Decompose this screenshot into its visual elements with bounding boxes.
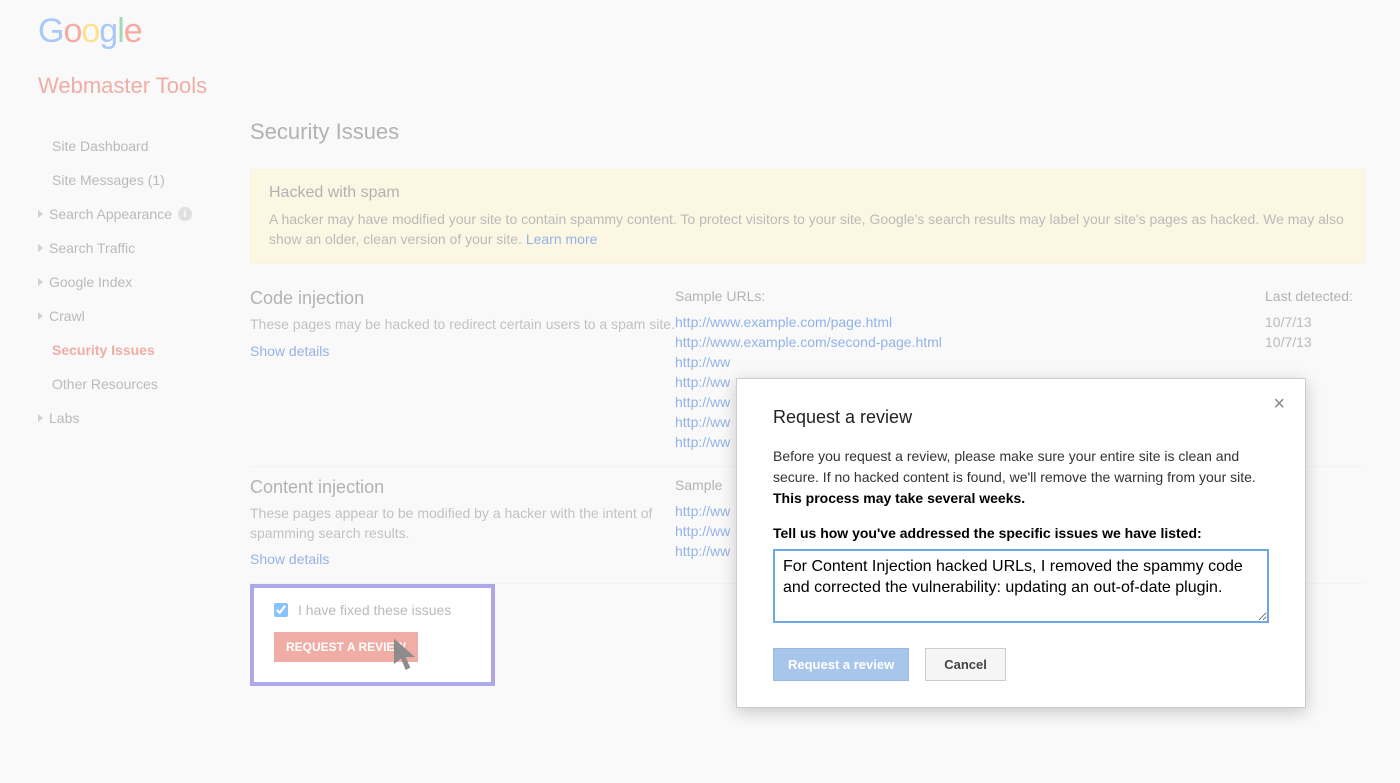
caret-icon xyxy=(38,278,43,286)
cursor-icon xyxy=(394,638,422,674)
caret-icon xyxy=(38,414,43,422)
sidebar-item-dashboard[interactable]: Site Dashboard xyxy=(52,129,225,163)
sidebar-item-labs[interactable]: Labs xyxy=(38,401,225,435)
fix-confirmation-box: I have fixed these issues REQUEST A REVI… xyxy=(250,584,495,686)
sidebar-label: Search Traffic xyxy=(49,240,135,256)
modal-submit-button[interactable]: Request a review xyxy=(773,648,909,681)
checkbox-label: I have fixed these issues xyxy=(298,602,451,618)
sidebar-label: Crawl xyxy=(49,308,85,324)
modal-cancel-button[interactable]: Cancel xyxy=(925,648,1006,681)
sidebar-label: Google Index xyxy=(49,274,132,290)
sample-url[interactable]: http://www.example.com/page.html xyxy=(675,312,1265,332)
sidebar-label: Site Dashboard xyxy=(52,138,149,154)
product-title: Webmaster Tools xyxy=(0,53,1400,109)
sidebar-label: Security Issues xyxy=(52,342,155,358)
review-textarea[interactable] xyxy=(773,549,1269,623)
learn-more-link[interactable]: Learn more xyxy=(526,231,598,247)
sidebar-item-other-resources[interactable]: Other Resources xyxy=(52,367,225,401)
google-logo: Google xyxy=(38,12,1362,51)
sidebar-label: Site Messages (1) xyxy=(52,172,165,188)
sidebar-item-security-issues[interactable]: Security Issues xyxy=(52,333,225,367)
sample-url[interactable]: http://ww xyxy=(675,352,1265,372)
sidebar-label: Other Resources xyxy=(52,376,158,392)
alert-text: A hacker may have modified your site to … xyxy=(269,210,1346,249)
sidebar-item-crawl[interactable]: Crawl xyxy=(38,299,225,333)
request-review-modal: × Request a review Before you request a … xyxy=(736,378,1306,708)
section-title: Content injection xyxy=(250,477,675,498)
modal-description: Before you request a review, please make… xyxy=(773,446,1269,509)
page-title: Security Issues xyxy=(250,119,1365,145)
caret-icon xyxy=(38,244,43,252)
caret-icon xyxy=(38,210,43,218)
sidebar-item-google-index[interactable]: Google Index xyxy=(38,265,225,299)
date-value: 10/7/13 xyxy=(1265,332,1365,352)
section-title: Code injection xyxy=(250,288,675,309)
sample-url[interactable]: http://www.example.com/second-page.html xyxy=(675,332,1265,352)
modal-title: Request a review xyxy=(773,407,1269,428)
date-header: Last detected: xyxy=(1265,288,1365,304)
info-icon: i xyxy=(178,207,192,221)
date-value: 10/7/13 xyxy=(1265,312,1365,332)
urls-header: Sample URLs: xyxy=(675,288,1265,304)
sidebar-label: Search Appearance xyxy=(49,206,172,222)
section-desc: These pages appear to be modified by a h… xyxy=(250,504,675,543)
alert-hacked: Hacked with spam A hacker may have modif… xyxy=(250,169,1365,264)
sidebar-label: Labs xyxy=(49,410,79,426)
alert-title: Hacked with spam xyxy=(269,184,1346,202)
section-desc: These pages may be hacked to redirect ce… xyxy=(250,315,675,335)
show-details-link[interactable]: Show details xyxy=(250,551,329,567)
sidebar-item-search-appearance[interactable]: Search Appearance i xyxy=(38,197,225,231)
sidebar: Site Dashboard Site Messages (1) Search … xyxy=(20,109,235,696)
modal-label: Tell us how you've addressed the specifi… xyxy=(773,525,1269,541)
caret-icon xyxy=(38,312,43,320)
sidebar-item-messages[interactable]: Site Messages (1) xyxy=(52,163,225,197)
fixed-checkbox[interactable] xyxy=(274,603,288,617)
close-icon[interactable]: × xyxy=(1273,393,1285,416)
show-details-link[interactable]: Show details xyxy=(250,343,329,359)
sidebar-item-search-traffic[interactable]: Search Traffic xyxy=(38,231,225,265)
header: Google xyxy=(0,0,1400,53)
